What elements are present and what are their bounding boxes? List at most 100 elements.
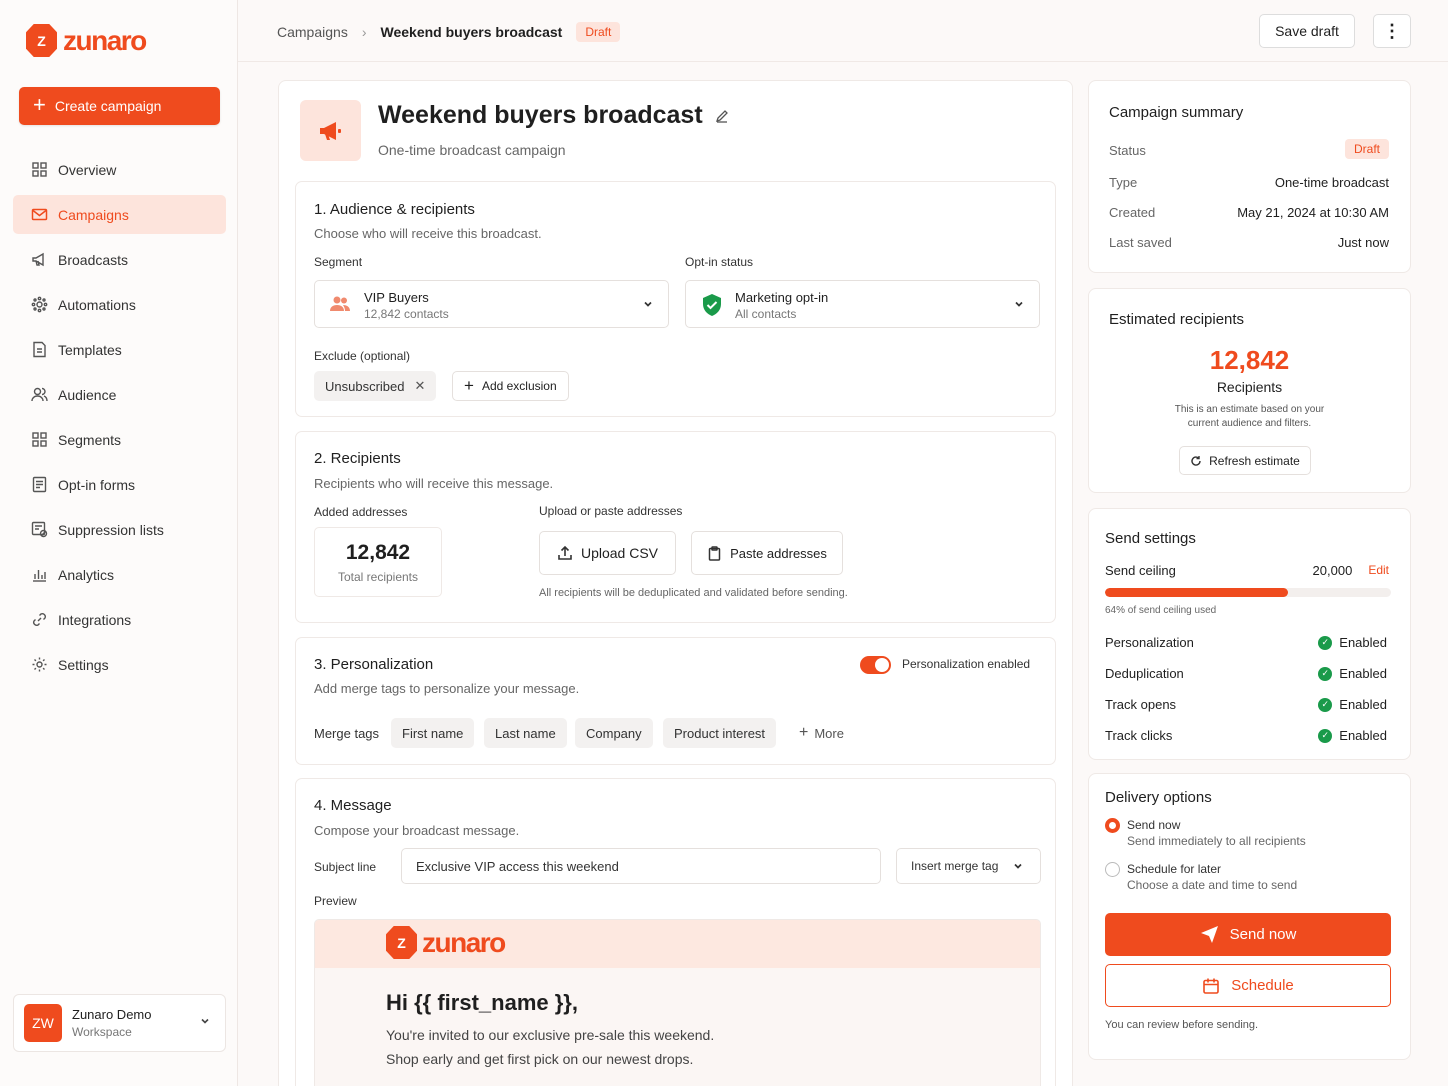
setting-value: Enabled <box>1339 635 1387 650</box>
setting-row-track-opens: Track opens ✓ Enabled <box>1105 697 1387 712</box>
exclusion-chip-label: Unsubscribed <box>325 378 405 394</box>
sidebar-item-settings[interactable]: Settings <box>13 645 226 684</box>
setting-value: Enabled <box>1339 728 1387 743</box>
setting-value: Enabled <box>1339 697 1387 712</box>
template-icon <box>33 341 46 358</box>
send-now-radio[interactable] <box>1105 818 1120 833</box>
schedule-later-radio[interactable] <box>1105 862 1120 877</box>
personalization-toggle[interactable] <box>860 656 891 674</box>
subject-label: Subject line <box>314 860 377 874</box>
sidebar-item-suppression-lists[interactable]: Suppression lists <box>13 510 226 549</box>
sidebar-item-audience[interactable]: Audience <box>13 375 226 414</box>
send-now-option-sub: Send immediately to all recipients <box>1127 834 1306 848</box>
summary-type-label: Type <box>1109 175 1138 190</box>
subject-input[interactable]: Exclusive VIP access this weekend <box>401 848 881 884</box>
send-now-button[interactable]: Send now <box>1105 913 1391 956</box>
brand-logo[interactable]: Z zunaro <box>26 24 147 57</box>
refresh-estimate-button[interactable]: Refresh estimate <box>1179 446 1311 475</box>
insert-merge-tag-button[interactable]: Insert merge tag <box>896 848 1041 884</box>
preview-header: Z zunaro <box>315 920 1040 968</box>
gear-icon <box>32 657 47 672</box>
sidebar-item-broadcasts[interactable]: Broadcasts <box>13 240 226 279</box>
create-campaign-label: Create campaign <box>54 98 162 114</box>
page-title: Weekend buyers broadcast <box>378 101 729 130</box>
optin-select[interactable]: Marketing opt-in All contacts <box>685 280 1040 328</box>
summary-row-type: Type One-time broadcast <box>1109 175 1389 190</box>
breadcrumb-campaigns[interactable]: Campaigns <box>277 24 348 40</box>
setting-row-personalization: Personalization ✓ Enabled <box>1105 635 1387 650</box>
sidebar-item-overview[interactable]: Overview <box>13 150 226 189</box>
total-recipients-label: Total recipients <box>337 570 419 584</box>
schedule-button[interactable]: Schedule <box>1105 964 1391 1007</box>
breadcrumb: Campaigns › Weekend buyers broadcast Dra… <box>277 22 621 42</box>
refresh-estimate-label: Refresh estimate <box>1209 453 1300 468</box>
summary-created-value: May 21, 2024 at 10:30 AM <box>1237 205 1389 220</box>
setting-label: Deduplication <box>1105 666 1184 681</box>
segment-value: VIP Buyers <box>364 290 429 305</box>
workspace-switcher[interactable]: ZW Zunaro Demo Workspace <box>13 994 226 1052</box>
merge-tag-company[interactable]: Company <box>575 718 653 748</box>
pencil-icon[interactable] <box>715 109 729 123</box>
upload-icon <box>558 545 572 560</box>
merge-tag-product-interest[interactable]: Product interest <box>663 718 777 748</box>
upload-csv-button[interactable]: Upload CSV <box>539 531 676 575</box>
summary-row-status: Status Draft <box>1109 139 1389 159</box>
preview-line-1: You're invited to our exclusive pre-sale… <box>386 1027 715 1043</box>
sidebar: Z zunaro + Create campaign Overview Camp… <box>0 0 238 1086</box>
estimated-recipients-card: Estimated recipients 12,842 Recipients T… <box>1088 288 1411 493</box>
megaphone-icon <box>32 252 44 267</box>
schedule-label: Schedule <box>1231 977 1294 994</box>
users-icon <box>330 296 350 311</box>
page-subtitle: One-time broadcast campaign <box>378 142 566 158</box>
paste-addresses-button[interactable]: Paste addresses <box>691 531 843 575</box>
plus-icon: + <box>799 724 809 741</box>
edit-ceiling-link[interactable]: Edit <box>1368 563 1389 578</box>
send-icon <box>1200 926 1218 943</box>
summary-status-badge: Draft <box>1344 139 1389 159</box>
sidebar-item-label: Templates <box>58 341 122 358</box>
campaign-editor: Weekend buyers broadcast One-time broadc… <box>278 80 1073 1086</box>
send-now-label: Send now <box>1229 926 1297 943</box>
page-title-text: Weekend buyers broadcast <box>378 101 703 129</box>
send-now-option-label: Send now <box>1127 818 1181 832</box>
shield-check-icon <box>703 294 721 316</box>
setting-label: Track clicks <box>1105 728 1173 743</box>
save-draft-button[interactable]: Save draft <box>1259 14 1355 48</box>
summary-created-label: Created <box>1109 205 1156 220</box>
setting-row-deduplication: Deduplication ✓ Enabled <box>1105 666 1387 681</box>
sidebar-item-optin-forms[interactable]: Opt-in forms <box>13 465 226 504</box>
more-options-button[interactable]: ⋮ <box>1373 14 1411 48</box>
sidebar-item-campaigns[interactable]: Campaigns <box>13 195 226 234</box>
more-tags-button[interactable]: + More <box>788 718 855 748</box>
add-exclusion-button[interactable]: + Add exclusion <box>452 371 569 401</box>
merge-tag-last-name[interactable]: Last name <box>484 718 567 748</box>
sidebar-item-label: Overview <box>58 161 117 178</box>
sidebar-item-templates[interactable]: Templates <box>13 330 226 369</box>
analytics-icon <box>33 570 46 582</box>
check-icon: ✓ <box>1318 728 1333 743</box>
check-icon: ✓ <box>1318 635 1333 650</box>
sidebar-item-automations[interactable]: Automations <box>13 285 226 324</box>
sidebar-item-label: Suppression lists <box>58 521 164 538</box>
sidebar-item-segments[interactable]: Segments <box>13 420 226 459</box>
sidebar-item-integrations[interactable]: Integrations <box>13 600 226 639</box>
sidebar-item-label: Segments <box>58 431 122 448</box>
send-ceiling-row: Send ceiling 20,000 Edit <box>1105 563 1389 578</box>
segments-icon <box>32 432 47 447</box>
sidebar-item-analytics[interactable]: Analytics <box>13 555 226 594</box>
preview-label: Preview <box>314 894 357 908</box>
send-settings-title: Send settings <box>1105 530 1196 547</box>
added-addresses-label: Added addresses <box>314 505 408 519</box>
create-campaign-button[interactable]: + Create campaign <box>19 87 220 125</box>
megaphone-icon <box>300 100 361 161</box>
merge-tag-first-name[interactable]: First name <box>391 718 475 748</box>
setting-value: Enabled <box>1339 666 1387 681</box>
segment-select[interactable]: VIP Buyers 12,842 contacts <box>314 280 669 328</box>
workspace-name: Zunaro Demo <box>72 1007 152 1022</box>
exclude-label: Exclude (optional) <box>314 349 411 363</box>
review-note: You can review before sending. <box>1105 1019 1259 1031</box>
form-icon <box>32 476 47 493</box>
add-exclusion-label: Add exclusion <box>481 379 557 393</box>
close-icon[interactable]: ✕ <box>415 378 426 394</box>
sidebar-item-label: Analytics <box>58 566 115 583</box>
